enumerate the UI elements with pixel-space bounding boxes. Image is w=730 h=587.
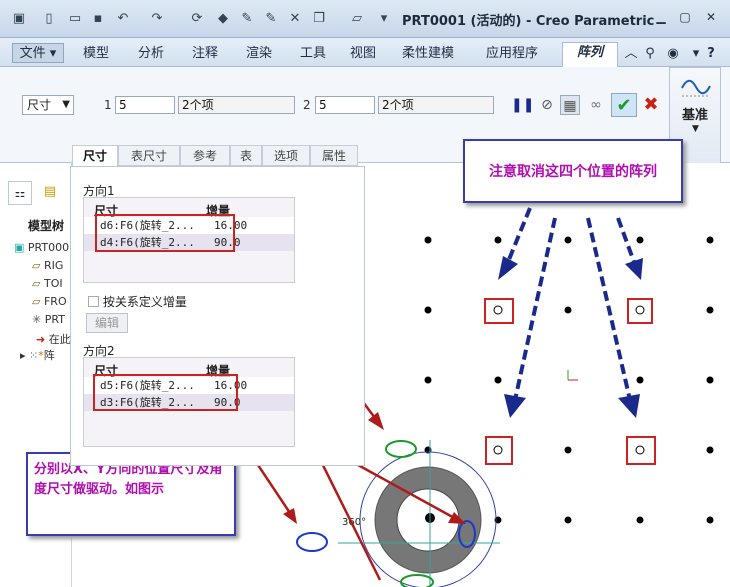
- checkbox-icon: [88, 296, 99, 307]
- blue-arrowhead: [618, 394, 640, 418]
- excluded-highlight-boxes: [484, 298, 656, 465]
- relation-checkbox-label: 按关系定义增量: [102, 295, 187, 309]
- grid-point: [706, 516, 714, 524]
- excluded-point: [493, 305, 503, 315]
- grid-point: [636, 376, 644, 384]
- blue-arrows: [506, 207, 636, 401]
- blue-arrowheads: [498, 256, 643, 418]
- dim-highlight-ellipse: [400, 574, 434, 587]
- grid-point: [564, 516, 572, 524]
- red-arrowhead: [283, 508, 297, 524]
- blue-arrow: [586, 217, 632, 401]
- grid-point: [636, 236, 644, 244]
- blue-arrowhead: [625, 258, 643, 280]
- blue-arrowhead: [504, 394, 526, 418]
- grid-point: [424, 376, 432, 384]
- grid-point: [564, 236, 572, 244]
- direction1-highlight-box: [95, 214, 235, 252]
- grid-point: [424, 306, 432, 314]
- blue-arrow: [513, 217, 557, 401]
- csys-marker-icon: [567, 370, 578, 381]
- direction2-highlight-box: [93, 374, 238, 411]
- panel-tab-references[interactable]: 参考: [180, 145, 230, 166]
- grid-point: [706, 306, 714, 314]
- grid-point: [636, 516, 644, 524]
- grid-point: [564, 306, 572, 314]
- excluded-point: [493, 445, 503, 455]
- edit-button[interactable]: 编辑: [86, 313, 128, 333]
- panel-tab-options[interactable]: 选项: [262, 145, 310, 166]
- panel-tab-properties[interactable]: 属性: [310, 145, 358, 166]
- dim-highlight-ellipse: [296, 532, 328, 552]
- red-arrowhead: [368, 412, 384, 430]
- grid-point: [706, 236, 714, 244]
- relation-checkbox[interactable]: 按关系定义增量: [88, 293, 187, 310]
- grid-point: [564, 446, 572, 454]
- grid-point: [494, 376, 502, 384]
- blue-arrow: [616, 217, 636, 263]
- excluded-point: [635, 445, 645, 455]
- grid-point: [706, 446, 714, 454]
- panel-tab-table-dimensions[interactable]: 表尺寸: [118, 145, 180, 166]
- grid-point: [494, 236, 502, 244]
- excluded-point: [635, 305, 645, 315]
- blue-arrowhead: [498, 256, 518, 280]
- grid-point: [706, 376, 714, 384]
- grid-point: [424, 236, 432, 244]
- blue-arrow: [506, 207, 532, 263]
- panel-tab-dimensions[interactable]: 尺寸: [72, 145, 118, 166]
- panel-tab-table[interactable]: 表: [230, 145, 262, 166]
- dim-highlight-ellipse: [385, 440, 417, 458]
- annotation-cancel-positions: 注意取消这四个位置的阵列: [463, 139, 683, 203]
